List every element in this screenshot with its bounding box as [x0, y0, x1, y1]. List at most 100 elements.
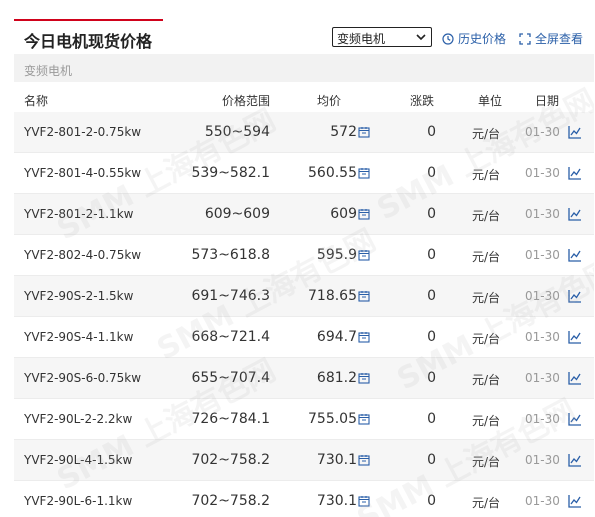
spot-price-widget: 今日电机现货价格 变频电机 历史价格 全屏查看 变频电机 名称 价格范围 均价 …: [14, 0, 594, 517]
trend-chart-icon[interactable]: [568, 371, 582, 385]
price-change: 0: [427, 411, 436, 427]
price-range: 702~758.2: [191, 493, 270, 509]
price-range: 655~707.4: [191, 370, 270, 386]
table-row: YVF2-801-4-0.55kw 539~582.1 560.55 0 元/台 01-3…: [14, 153, 594, 194]
fullscreen-link[interactable]: 全屏查看: [519, 30, 583, 47]
price-change: 0: [427, 329, 436, 345]
price-range: 609~609: [204, 206, 270, 222]
trend-chart-icon[interactable]: [568, 494, 582, 508]
average-price: 609: [330, 206, 357, 222]
price-change: 0: [427, 288, 436, 304]
calendar-icon[interactable]: [358, 495, 370, 507]
average-price: 572: [330, 124, 357, 140]
table-body: YVF2-801-2-0.75kw 550~594 572 0 元/台 01-30 YVF2…: [14, 112, 594, 517]
widget-title: 今日电机现货价格: [24, 32, 153, 51]
trend-chart-icon[interactable]: [568, 125, 582, 139]
fullscreen-icon: [519, 33, 531, 45]
table-header: 名称 价格范围 均价 涨跌 单位 日期: [14, 84, 594, 112]
price-range: 550~594: [204, 124, 270, 140]
price-unit: 元/台: [472, 332, 501, 346]
title-accent-line: [14, 19, 163, 21]
col-avg-header: 均价: [317, 94, 342, 108]
trend-chart-icon[interactable]: [568, 453, 582, 467]
price-date: 01-30: [525, 453, 560, 467]
trend-chart-icon[interactable]: [568, 412, 582, 426]
price-date: 01-30: [525, 371, 560, 385]
average-price: 694.7: [316, 329, 357, 345]
trend-chart-icon[interactable]: [568, 248, 582, 262]
product-name: YVF2-802-4-0.75kw: [24, 248, 142, 262]
category-select-value: 变频电机: [337, 32, 386, 46]
col-range-header: 价格范围: [221, 94, 270, 108]
average-price: 730.1: [316, 493, 357, 509]
average-price: 681.2: [316, 370, 357, 386]
table-row: YVF2-90L-2-2.2kw 726~784.1 755.05 0 元/台 01-30: [14, 399, 594, 440]
col-date-header: 日期: [535, 94, 560, 108]
trend-chart-icon[interactable]: [568, 207, 582, 221]
price-change: 0: [427, 452, 436, 468]
category-label: 变频电机: [24, 64, 73, 78]
price-range: 702~758.2: [191, 452, 270, 468]
product-name: YVF2-801-2-1.1kw: [24, 207, 134, 221]
product-name: YVF2-90L-6-1.1kw: [24, 494, 133, 508]
calendar-icon[interactable]: [358, 454, 370, 466]
table-row: YVF2-801-2-0.75kw 550~594 572 0 元/台 01-30: [14, 112, 594, 153]
product-name: YVF2-90S-6-0.75kw: [24, 371, 142, 385]
price-range: 691~746.3: [191, 288, 270, 304]
col-change-header: 涨跌: [410, 94, 435, 108]
table-row: YVF2-90S-4-1.1kw 668~721.4 694.7 0 元/台 01-30: [14, 317, 594, 358]
average-price: 595.9: [316, 247, 357, 263]
price-range: 539~582.1: [191, 165, 270, 181]
price-change: 0: [427, 370, 436, 386]
average-price: 718.65: [308, 288, 357, 304]
trend-chart-icon[interactable]: [568, 166, 582, 180]
calendar-icon[interactable]: [358, 290, 370, 302]
calendar-icon[interactable]: [358, 126, 370, 138]
product-name: YVF2-90L-4-1.5kw: [24, 453, 133, 467]
price-date: 01-30: [525, 207, 560, 221]
calendar-icon[interactable]: [358, 331, 370, 343]
price-change: 0: [427, 124, 436, 140]
price-date: 01-30: [525, 330, 560, 344]
clock-icon: [442, 33, 454, 45]
average-price: 730.1: [316, 452, 357, 468]
price-change: 0: [427, 493, 436, 509]
price-date: 01-30: [525, 289, 560, 303]
trend-chart-icon[interactable]: [568, 330, 582, 344]
table-row: YVF2-90L-6-1.1kw 702~758.2 730.1 0 元/台 01-30: [14, 481, 594, 517]
price-date: 01-30: [525, 248, 560, 262]
calendar-icon[interactable]: [358, 249, 370, 261]
price-range: 726~784.1: [191, 411, 270, 427]
price-unit: 元/台: [472, 127, 501, 141]
category-select[interactable]: 变频电机: [332, 27, 432, 47]
table-row: YVF2-90L-4-1.5kw 702~758.2 730.1 0 元/台 01-30: [14, 440, 594, 481]
price-date: 01-30: [525, 494, 560, 508]
average-price: 560.55: [308, 165, 357, 181]
category-bar: 变频电机: [14, 54, 594, 82]
table-row: YVF2-90S-2-1.5kw 691~746.3 718.65 0 元/台 01-30: [14, 276, 594, 317]
chevron-down-icon: [416, 34, 426, 41]
calendar-icon[interactable]: [358, 208, 370, 220]
fullscreen-label: 全屏查看: [535, 32, 584, 46]
calendar-icon[interactable]: [358, 167, 370, 179]
trend-chart-icon[interactable]: [568, 289, 582, 303]
calendar-icon[interactable]: [358, 372, 370, 384]
price-range: 573~618.8: [191, 247, 270, 263]
product-name: YVF2-90S-2-1.5kw: [24, 289, 134, 303]
product-name: YVF2-801-4-0.55kw: [24, 166, 142, 180]
price-range: 668~721.4: [191, 329, 270, 345]
product-name: YVF2-801-2-0.75kw: [24, 125, 142, 139]
table-row: YVF2-801-2-1.1kw 609~609 609 0 元/台 01-30: [14, 194, 594, 235]
price-unit: 元/台: [472, 168, 501, 182]
price-unit: 元/台: [472, 455, 501, 469]
price-change: 0: [427, 247, 436, 263]
product-name: YVF2-90S-4-1.1kw: [24, 330, 134, 344]
history-price-link[interactable]: 历史价格: [442, 30, 506, 47]
price-change: 0: [427, 165, 436, 181]
price-date: 01-30: [525, 125, 560, 139]
calendar-icon[interactable]: [358, 413, 370, 425]
price-unit: 元/台: [472, 209, 501, 223]
price-unit: 元/台: [472, 373, 501, 387]
price-date: 01-30: [525, 166, 560, 180]
table-row: YVF2-90S-6-0.75kw 655~707.4 681.2 0 元/台 01-30: [14, 358, 594, 399]
